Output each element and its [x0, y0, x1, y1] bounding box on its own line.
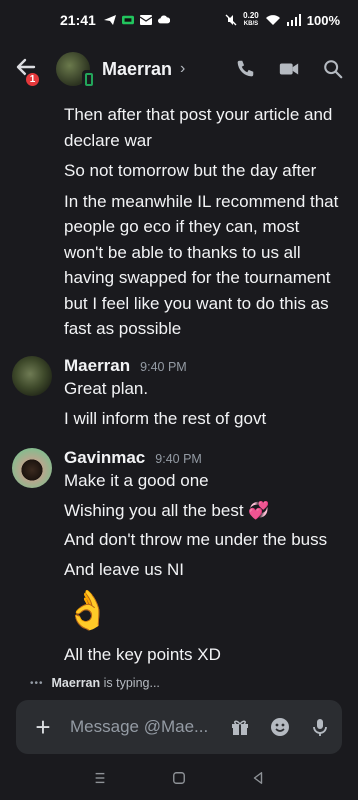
gift-icon[interactable]	[230, 717, 250, 737]
message-line: but I feel like you want to do this as	[64, 293, 329, 313]
message-line: All the key points XD	[64, 645, 221, 664]
back-nav-icon[interactable]	[251, 771, 265, 785]
net-speed-unit: KB/S	[243, 21, 259, 27]
system-nav-bar	[0, 755, 358, 800]
send-icon	[103, 15, 116, 25]
net-speed: 0.20 KB/S	[243, 12, 259, 28]
contact-name[interactable]: Maerran	[102, 59, 172, 80]
message-line: Great plan.	[64, 379, 149, 398]
message-line: people go eco if they can, most	[64, 217, 300, 236]
message-line: fast as possible	[64, 319, 182, 338]
net-speed-value: 0.20	[243, 11, 259, 20]
unread-badge: 1	[24, 71, 41, 88]
back-button[interactable]: 1	[14, 55, 42, 88]
game-icon	[121, 15, 134, 25]
typing-text: is typing...	[100, 676, 160, 690]
avatar[interactable]	[12, 356, 52, 396]
message-input[interactable]	[70, 717, 210, 737]
timestamp: 9:40 PM	[155, 452, 202, 466]
avatar[interactable]	[12, 448, 52, 488]
message-line: In the meanwhile IL recommend that	[64, 191, 339, 211]
home-icon[interactable]	[172, 771, 186, 785]
typing-user: Maerran	[51, 676, 101, 690]
mobile-status-icon	[82, 70, 96, 88]
microphone-icon[interactable]	[310, 717, 330, 737]
typing-indicator: ••• Maerran is typing...	[30, 676, 160, 690]
message-group-maerran: Maerran 9:40 PM Great plan. I will infor…	[0, 356, 358, 431]
typing-dots-icon: •••	[30, 677, 44, 689]
message-line: I will inform the rest of govt	[64, 408, 267, 428]
message-line: And don't throw me under the buss	[64, 530, 328, 549]
message-list[interactable]: Then after that post your article and de…	[0, 98, 358, 678]
ok-hand-emoji: 👌	[0, 588, 358, 638]
message-line: having swapped for the tournament	[64, 268, 331, 287]
phone-call-icon[interactable]	[234, 58, 256, 80]
timestamp: 9:40 PM	[140, 360, 187, 374]
chevron-right-icon[interactable]: ›	[180, 60, 185, 78]
message-group-continued: Then after that post your article and de…	[0, 102, 358, 342]
message-line: Make it a good one	[64, 471, 209, 490]
message-line: Then after that post your article and	[64, 105, 333, 124]
ok-hand-icon: 👌	[64, 590, 112, 632]
author-name[interactable]: Maerran	[64, 356, 130, 376]
message-line: declare war	[64, 130, 152, 150]
signal-icon	[286, 14, 301, 26]
chat-header: 1 Maerran ›	[0, 40, 358, 98]
message-group-gavinmac: Gavinmac 9:40 PM Make it a good one Wish…	[0, 448, 358, 668]
message-line: won't be able to thanks to us all	[64, 242, 301, 262]
status-bar: 21:41 0.20 KB/S 100%	[0, 0, 358, 40]
wifi-icon	[265, 15, 280, 25]
message-line: So not tomorrow but the day after	[64, 161, 317, 180]
search-icon[interactable]	[322, 58, 344, 80]
contact-avatar[interactable]	[56, 52, 96, 88]
mail-icon	[139, 15, 152, 25]
add-attachment-button[interactable]: +	[30, 712, 56, 743]
video-call-icon[interactable]	[278, 58, 300, 80]
cloud-icon	[157, 15, 170, 24]
emoji-icon[interactable]	[270, 717, 290, 737]
status-time: 21:41	[60, 12, 96, 28]
notification-icons	[103, 15, 170, 25]
battery-level: 100%	[306, 12, 340, 28]
message-composer: +	[16, 700, 342, 754]
recent-apps-icon[interactable]	[93, 771, 107, 785]
message-line: Wishing you all the best 💞	[64, 500, 270, 520]
author-name[interactable]: Gavinmac	[64, 448, 145, 468]
message-line: And leave us NI	[64, 559, 185, 579]
mute-icon	[225, 14, 237, 26]
